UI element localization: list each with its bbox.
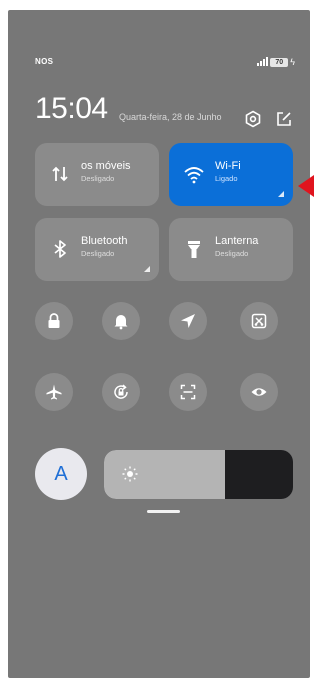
screenshot-toggle[interactable] — [240, 302, 278, 340]
date-label: Quarta-feira, 28 de Junho — [119, 112, 222, 122]
bluetooth-label: Bluetooth — [81, 235, 128, 247]
avatar-letter: A — [54, 462, 68, 485]
screenshot-scissors-icon — [251, 313, 267, 329]
clock: 15:04 — [35, 92, 108, 125]
mobile-data-label: os móveis — [81, 160, 131, 172]
status-bar: NOS 70 ϟ — [8, 57, 310, 69]
status-icons: 70 ϟ — [257, 57, 295, 67]
carrier-name: NOS — [35, 57, 54, 66]
rotation-lock-toggle[interactable] — [102, 373, 140, 411]
flashlight-icon — [188, 241, 200, 258]
eye-icon — [251, 388, 267, 396]
bluetooth-expand-icon[interactable] — [144, 266, 150, 272]
control-center-panel: NOS 70 ϟ 15:04 Quarta-feira, 28 de Junho… — [8, 10, 310, 678]
bell-icon — [114, 315, 128, 330]
lock-screen-toggle[interactable] — [35, 302, 73, 340]
charging-icon: ϟ — [290, 56, 295, 67]
bluetooth-state: Desligado — [81, 249, 115, 258]
sound-toggle[interactable] — [102, 302, 140, 340]
wifi-tile[interactable]: Wi-Fi Ligado — [169, 143, 293, 206]
mobile-data-tile[interactable]: os móveis Desligado — [35, 143, 159, 206]
avatar-button[interactable]: A — [35, 448, 87, 500]
edit-icon[interactable] — [275, 110, 293, 128]
bluetooth-tile[interactable]: Bluetooth Desligado — [35, 218, 159, 281]
annotation-arrow-icon — [298, 175, 314, 197]
signal-strength-icon — [257, 57, 269, 66]
reading-mode-toggle[interactable] — [240, 373, 278, 411]
wifi-icon — [184, 167, 204, 184]
battery-icon: 70 — [270, 57, 289, 67]
flashlight-tile[interactable]: Lanterna Desligado — [169, 218, 293, 281]
mobile-data-state: Desligado — [81, 174, 115, 183]
brightness-sun-icon — [122, 466, 138, 482]
mobile-data-arrows-icon — [52, 166, 68, 182]
location-arrow-icon — [181, 314, 195, 328]
airplane-icon — [46, 384, 62, 400]
scan-icon — [180, 384, 196, 400]
drag-handle[interactable] — [147, 510, 180, 513]
wifi-state: Ligado — [215, 174, 238, 183]
bluetooth-icon — [54, 240, 66, 258]
wifi-label: Wi-Fi — [215, 160, 241, 172]
flashlight-label: Lanterna — [215, 235, 259, 247]
scanner-toggle[interactable] — [169, 373, 207, 411]
flashlight-state: Desligado — [215, 249, 249, 258]
brightness-slider[interactable] — [104, 450, 293, 499]
header: 15:04 Quarta-feira, 28 de Junho — [8, 92, 310, 132]
airplane-mode-toggle[interactable] — [35, 373, 73, 411]
location-toggle[interactable] — [169, 302, 207, 340]
rotation-lock-icon — [114, 384, 128, 399]
lock-icon — [48, 313, 60, 328]
wifi-expand-icon[interactable] — [278, 191, 284, 197]
settings-hexagon-icon[interactable] — [244, 110, 262, 128]
